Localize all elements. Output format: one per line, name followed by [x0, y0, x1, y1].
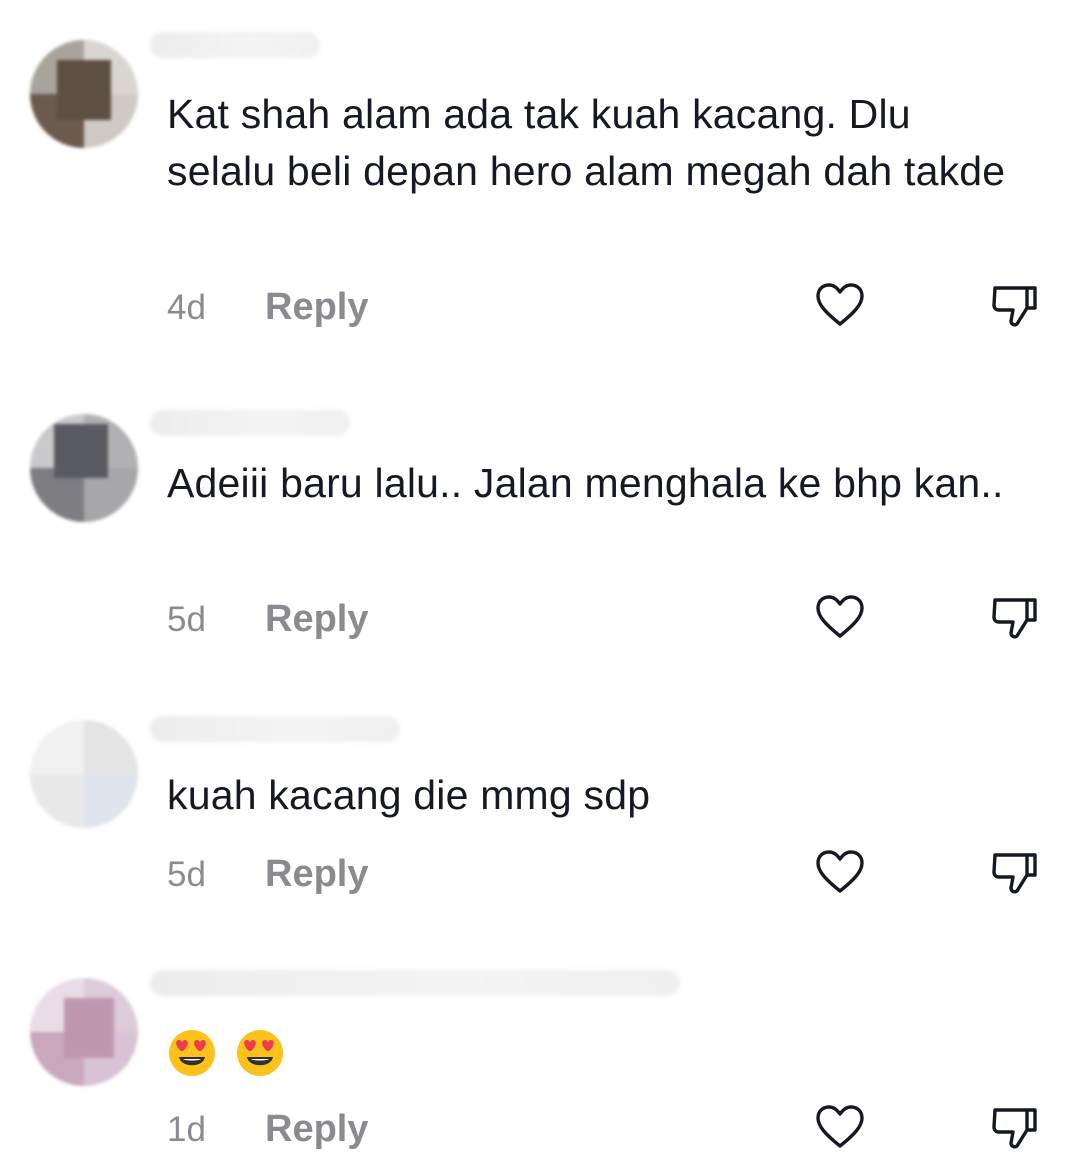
username-blurred[interactable]: [150, 32, 320, 58]
reply-button[interactable]: Reply: [265, 1108, 368, 1151]
username-blurred[interactable]: [150, 410, 350, 436]
reply-button[interactable]: Reply: [265, 853, 368, 896]
avatar[interactable]: [30, 414, 138, 522]
heart-eyes-emoji-icon: [169, 1030, 215, 1077]
comment-text: Adeiii baru lalu.. Jalan menghala ke bhp…: [167, 460, 1004, 506]
heart-icon[interactable]: [815, 594, 865, 640]
comment-time: 5d: [167, 600, 206, 639]
heart-icon[interactable]: [815, 282, 865, 328]
comment-meta: 4d Reply: [167, 282, 1037, 332]
avatar[interactable]: [30, 720, 138, 828]
reply-button[interactable]: Reply: [265, 598, 368, 641]
thumbs-down-icon[interactable]: [989, 282, 1039, 328]
comment-meta: 5d Reply: [167, 849, 1037, 899]
comment-emojis: [167, 1022, 1027, 1079]
thumbs-down-icon[interactable]: [989, 1104, 1039, 1150]
thumbs-down-icon[interactable]: [989, 594, 1039, 640]
comment-time: 1d: [167, 1110, 206, 1149]
avatar[interactable]: [30, 978, 138, 1086]
thumbs-down-icon[interactable]: [989, 849, 1039, 895]
comment-meta: 1d Reply: [167, 1104, 1037, 1154]
comment-text: kuah kacang die mmg sdp: [167, 772, 651, 818]
heart-icon[interactable]: [815, 849, 865, 895]
avatar[interactable]: [30, 40, 138, 148]
heart-icon[interactable]: [815, 1104, 865, 1150]
heart-eyes-emoji-icon: [236, 1030, 283, 1077]
username-blurred[interactable]: [150, 716, 400, 742]
reply-button[interactable]: Reply: [265, 286, 368, 329]
username-blurred[interactable]: [150, 970, 680, 996]
comment-text: Kat shah alam ada tak kuah kacang. Dlu s…: [167, 91, 1006, 194]
comment-meta: 5d Reply: [167, 594, 1037, 644]
comment-time: 4d: [167, 288, 206, 327]
comment-time: 5d: [167, 855, 206, 894]
